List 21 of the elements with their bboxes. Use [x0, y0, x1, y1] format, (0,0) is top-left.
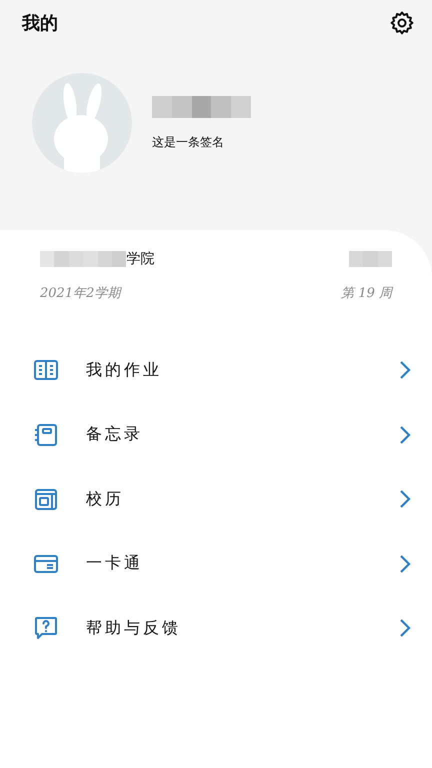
menu-item[interactable]: 一卡通	[34, 532, 412, 596]
menu-item[interactable]: 我的作业	[34, 338, 412, 402]
menu-item[interactable]: 帮助与反馈	[34, 596, 412, 660]
page-title: 我的	[22, 12, 58, 35]
help-icon	[34, 616, 58, 640]
menu-item[interactable]: 备忘录	[34, 402, 412, 467]
menu-item[interactable]: 校历	[34, 467, 412, 532]
chevron-icon	[398, 554, 412, 574]
notebook-icon	[34, 422, 58, 447]
blurred-text	[348, 251, 392, 267]
chevron-icon	[398, 424, 412, 445]
chevron-icon	[398, 618, 412, 638]
book-icon	[34, 358, 58, 382]
week-number: 第 19 周	[341, 285, 392, 302]
semester: 2021年2学期	[40, 285, 120, 302]
signature: 这是一条签名	[152, 134, 225, 150]
calendar-icon	[34, 487, 58, 512]
chevron-icon	[398, 360, 412, 380]
settings-icon[interactable]	[390, 11, 414, 35]
college-name: 学院	[126, 250, 154, 268]
chevron-icon	[398, 489, 412, 510]
